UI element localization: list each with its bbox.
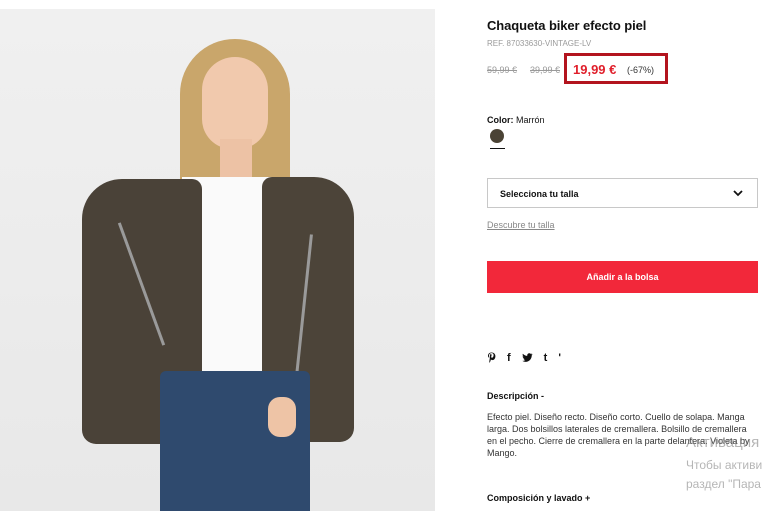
tumblr-icon[interactable]: t [544,351,548,365]
watermark-line-2: Чтобы активи [686,458,763,472]
swatch-selected-indicator [490,148,505,149]
os-activation-watermark: Активация Чтобы активи раздел "Пара [686,434,781,494]
size-guide-link[interactable]: Descubre tu talla [487,220,555,230]
twitter-icon[interactable] [521,353,533,363]
size-select-label: Selecciona tu talla [500,189,579,199]
model-jeans [160,371,310,511]
model-face [202,57,268,149]
product-page: Chaqueta biker efecto piel REF. 87033630… [0,0,781,511]
watermark-line-3: раздел "Пара [686,477,761,491]
product-reference: REF. 87033630-VINTAGE-LV [487,39,592,48]
product-photo[interactable] [0,9,435,511]
discount-badge: (-67%) [627,65,655,75]
product-title: Chaqueta biker efecto piel [487,18,647,33]
color-label-row: Color: Marrón [487,115,545,125]
chevron-down-icon [733,190,743,197]
current-price: 19,99 € [573,62,617,77]
previous-price: 39,99 € [530,65,561,75]
color-label: Color: [487,115,514,125]
share-icons: f t ' [487,351,561,365]
more-icon[interactable]: ' [558,351,561,365]
pinterest-icon[interactable] [487,352,496,364]
watermark-line-1: Активация [686,434,760,451]
model-hand [268,397,296,437]
description-heading[interactable]: Descripción - [487,391,544,401]
add-to-bag-button[interactable]: Añadir a la bolsa [487,261,758,293]
color-swatch-marron[interactable] [490,129,504,143]
add-to-bag-label: Añadir a la bolsa [586,272,659,282]
facebook-icon[interactable]: f [507,351,511,365]
original-price: 59,99 € [487,65,518,75]
size-select-dropdown[interactable]: Selecciona tu talla [487,178,758,208]
composition-heading[interactable]: Composición y lavado + [487,493,590,503]
color-value: Marrón [516,115,545,125]
